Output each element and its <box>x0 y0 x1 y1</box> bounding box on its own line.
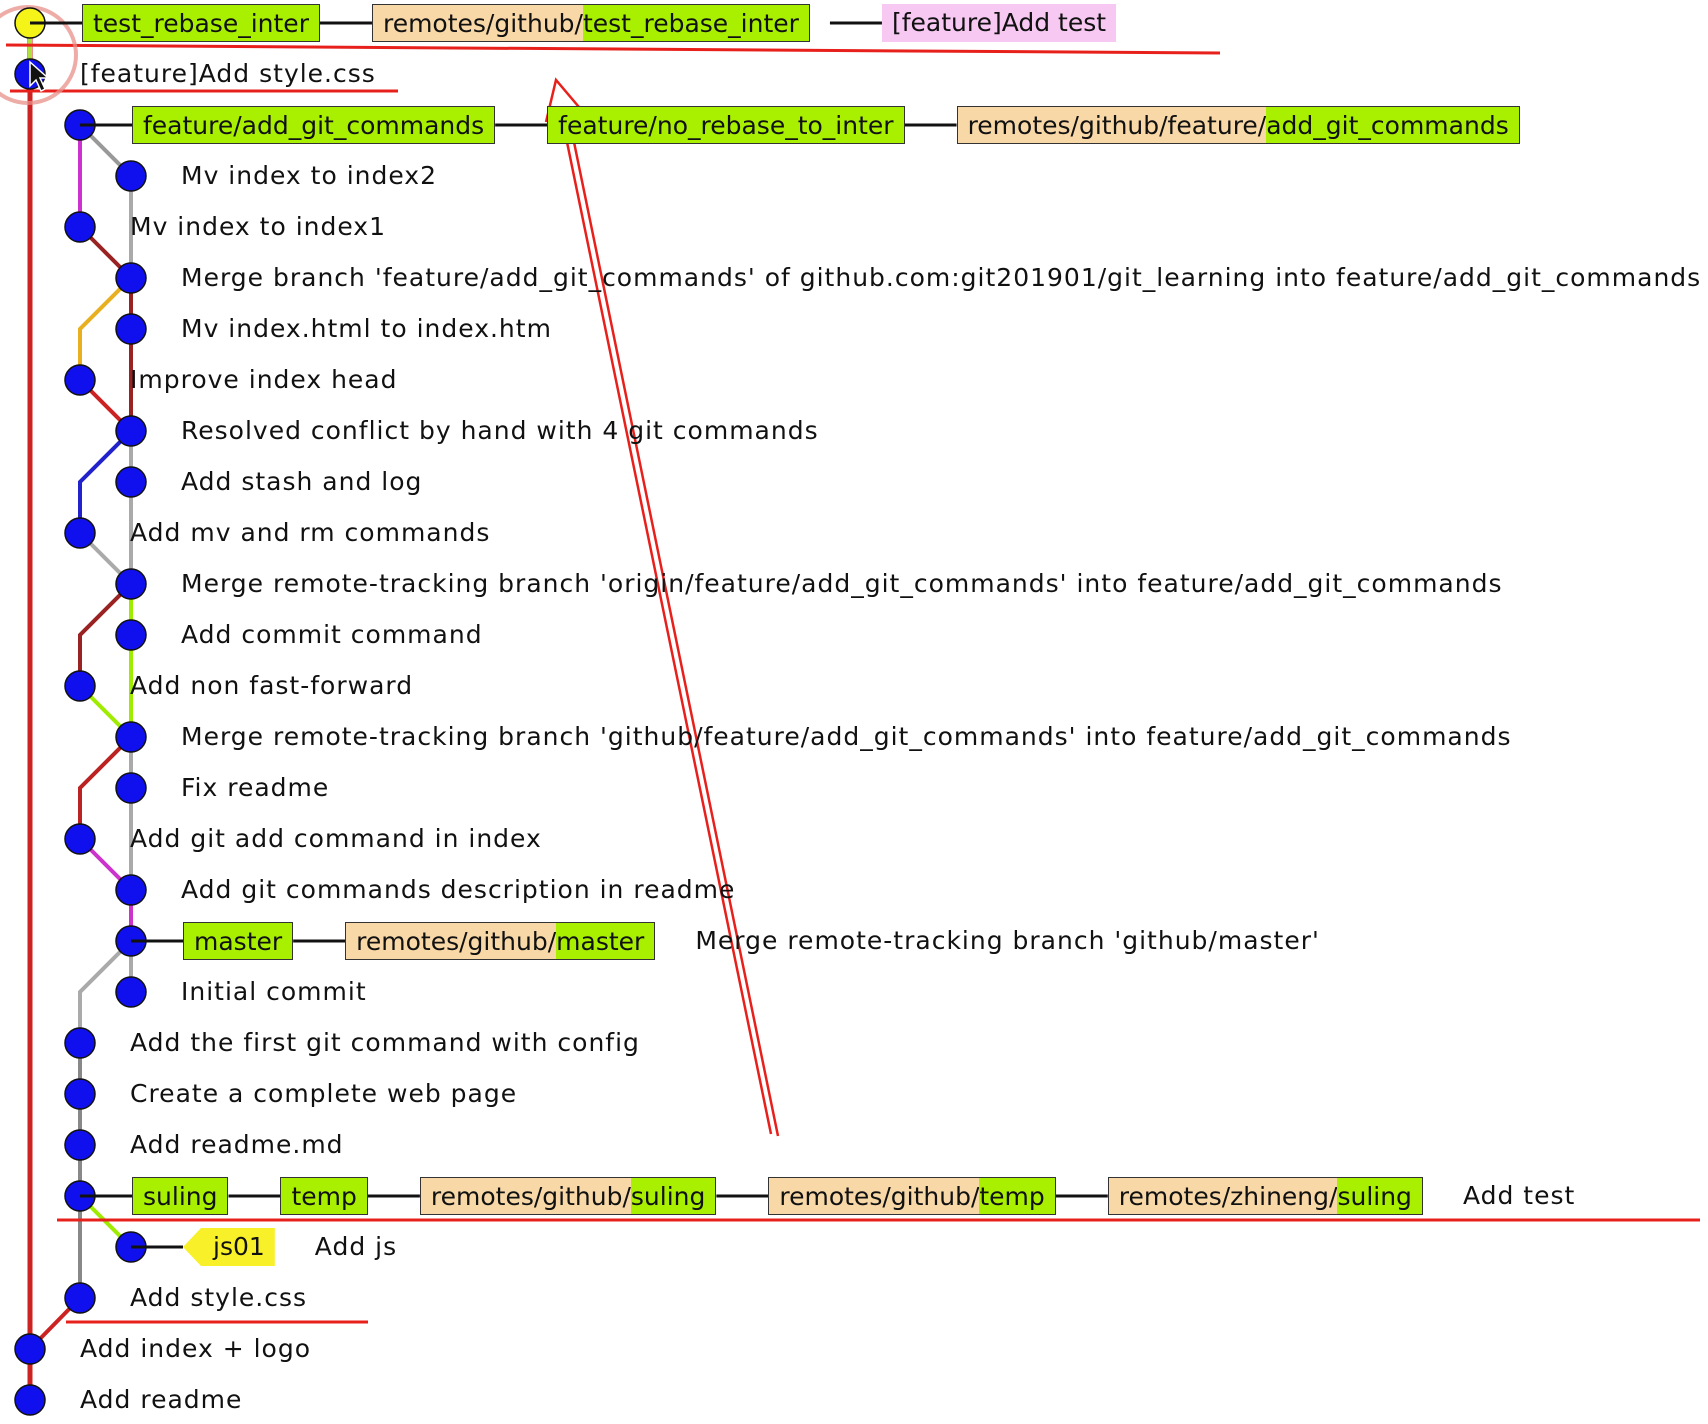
commit-message[interactable]: Initial commit <box>181 973 367 1011</box>
commit-message[interactable]: Mv index to index1 <box>130 208 386 246</box>
commit-message[interactable]: Add mv and rm commands <box>130 514 490 552</box>
local-branch-label[interactable]: temp <box>280 1177 368 1215</box>
commit-message[interactable]: Merge remote-tracking branch 'github/fea… <box>181 718 1511 756</box>
remote-branch-name: add_git_commands <box>1266 107 1519 143</box>
commit-message[interactable]: Add test <box>1463 1177 1575 1215</box>
commit-message[interactable]: Add index + logo <box>80 1330 311 1368</box>
commit-node[interactable] <box>115 313 147 345</box>
commit-message[interactable]: Merge remote-tracking branch 'origin/fea… <box>181 565 1502 603</box>
commit-message[interactable]: Add the first git command with config <box>130 1024 640 1062</box>
commit-node[interactable] <box>115 721 147 753</box>
commit-node[interactable] <box>64 1078 96 1110</box>
commit-message[interactable]: Resolved conflict by hand with 4 git com… <box>181 412 819 450</box>
commit-message[interactable]: Add non fast-forward <box>130 667 413 705</box>
commit-node[interactable] <box>115 568 147 600</box>
commit-message[interactable]: Improve index head <box>130 361 398 399</box>
commit-node[interactable] <box>64 1129 96 1161</box>
remote-branch-name: temp <box>979 1178 1055 1214</box>
commit-node[interactable] <box>64 1282 96 1314</box>
remote-branch-name: test_rebase_inter <box>582 5 809 41</box>
commit-node[interactable] <box>64 1027 96 1059</box>
commit-node[interactable] <box>14 1384 46 1416</box>
commit-node[interactable] <box>115 874 147 906</box>
remote-prefix: remotes/github/ <box>430 1182 631 1211</box>
remote-branch-name: master <box>556 923 655 959</box>
remote-prefix: remotes/zhineng/ <box>1118 1182 1338 1211</box>
commit-node[interactable] <box>64 823 96 855</box>
commit-message[interactable]: Merge remote-tracking branch 'github/mas… <box>695 922 1320 960</box>
commit-message[interactable]: Add readme.md <box>130 1126 344 1164</box>
commit-node[interactable] <box>64 364 96 396</box>
commit-node[interactable] <box>115 772 147 804</box>
commit-message[interactable]: Add git commands description in readme <box>181 871 735 909</box>
local-branch-label[interactable]: feature/add_git_commands <box>132 106 496 144</box>
commit-message[interactable]: Add js <box>315 1228 397 1266</box>
local-branch-label[interactable]: test_rebase_inter <box>82 4 320 42</box>
commit-node[interactable] <box>115 160 147 192</box>
remote-branch-label[interactable]: remotes/github/suling <box>419 1177 717 1215</box>
annotation-arrow <box>544 77 780 1137</box>
remote-branch-name: suling <box>1337 1178 1422 1214</box>
commit-message[interactable]: Create a complete web page <box>130 1075 517 1113</box>
commit-node[interactable] <box>115 262 147 294</box>
remote-branch-label[interactable]: remotes/github/feature/add_git_commands <box>956 106 1520 144</box>
remote-branch-label[interactable]: remotes/github/test_rebase_inter <box>371 4 810 42</box>
local-branch-label[interactable]: master <box>183 922 294 960</box>
remote-prefix: remotes/github/feature/ <box>967 111 1267 140</box>
remote-prefix: remotes/github/ <box>382 9 583 38</box>
head-commit-message[interactable]: [feature]Add test <box>881 4 1117 42</box>
commit-node[interactable] <box>115 976 147 1008</box>
tag-label[interactable]: js01 <box>183 1228 275 1266</box>
annotation-underline <box>5 43 1221 55</box>
commit-message[interactable]: Merge branch 'feature/add_git_commands' … <box>181 259 1701 297</box>
commit-message[interactable]: Mv index.html to index.htm <box>181 310 552 348</box>
commit-message[interactable]: Add readme <box>80 1381 242 1419</box>
commit-message[interactable]: Add style.css <box>130 1279 307 1317</box>
commit-message[interactable]: Add commit command <box>181 616 483 654</box>
commit-node[interactable] <box>115 619 147 651</box>
commit-node[interactable] <box>64 517 96 549</box>
local-branch-label[interactable]: feature/no_rebase_to_inter <box>547 106 905 144</box>
commit-node[interactable] <box>115 415 147 447</box>
remote-prefix: remotes/github/ <box>356 927 557 956</box>
commit-node[interactable] <box>64 670 96 702</box>
remote-branch-label[interactable]: remotes/github/master <box>345 922 656 960</box>
remote-prefix: remotes/github/ <box>779 1182 980 1211</box>
local-branch-label[interactable]: suling <box>132 1177 229 1215</box>
commit-message[interactable]: Add stash and log <box>181 463 422 501</box>
commit-node[interactable] <box>64 211 96 243</box>
remote-branch-name: suling <box>630 1178 716 1214</box>
commit-message[interactable]: Add git add command in index <box>130 820 542 858</box>
commit-message[interactable]: [feature]Add style.css <box>80 55 376 93</box>
remote-branch-label[interactable]: remotes/github/temp <box>768 1177 1056 1215</box>
commit-node[interactable] <box>115 466 147 498</box>
remote-branch-label[interactable]: remotes/zhineng/suling <box>1107 1177 1423 1215</box>
commit-message[interactable]: Fix readme <box>181 769 329 807</box>
commit-node[interactable] <box>14 1333 46 1365</box>
commit-message[interactable]: Mv index to index2 <box>181 157 437 195</box>
